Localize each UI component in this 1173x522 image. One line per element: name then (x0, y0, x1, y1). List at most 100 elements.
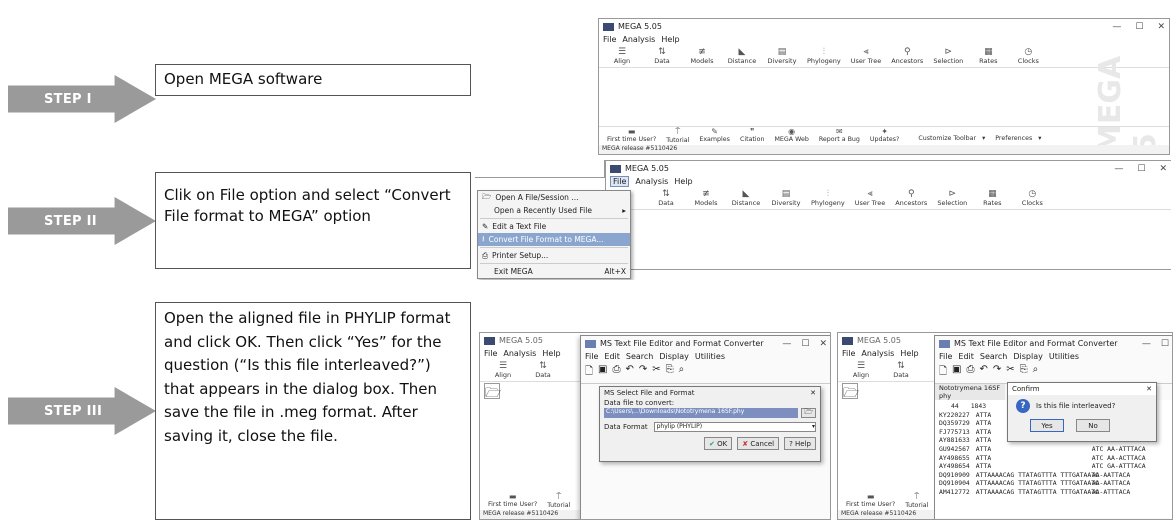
toolbar-selection[interactable]: ⊳ Selection (932, 189, 972, 207)
menu-analysis[interactable]: Analysis (622, 35, 655, 44)
first-time-user-icon: ▬ (627, 127, 636, 136)
select-file-format-dialog: MS Select File and Format ✕ Data file to … (599, 386, 821, 462)
menu-analysis[interactable]: Analysis (635, 177, 668, 186)
toolbar-models[interactable]: ≢ Models (686, 189, 726, 207)
copy-icon[interactable]: ⎘ (666, 364, 674, 381)
toolbar-phylogeny[interactable]: ⫶ Phylogeny (806, 189, 850, 207)
tutorial-button[interactable]: ⍑ Tutorial (661, 127, 694, 144)
cut-icon[interactable]: ✂ (1006, 364, 1014, 381)
menu-item-recent-file[interactable]: Open a Recently Used File ▸ (478, 204, 630, 217)
x-icon: ✘ (742, 439, 749, 448)
find-icon[interactable]: ⌕ (679, 364, 685, 381)
minimize-icon[interactable]: — (1142, 339, 1151, 349)
redo-icon[interactable]: ↷ (993, 364, 1001, 381)
close-icon[interactable]: ✕ (1159, 164, 1167, 174)
open-file-icon[interactable]: 🗁 (484, 383, 501, 401)
menu-help[interactable]: Help (674, 177, 692, 186)
maximize-icon[interactable]: ☐ (1161, 339, 1169, 349)
examples-button[interactable]: ✎ Examples (694, 127, 735, 144)
open-file-icon[interactable]: 🗁 (842, 383, 859, 401)
save-icon[interactable]: ▣ (952, 364, 961, 381)
minimize-icon[interactable]: — (1112, 22, 1121, 32)
toolbar-rates[interactable]: ▦ Rates (972, 189, 1012, 207)
data-file-input[interactable]: C:\Users\...\Downloads\Nototrymena 16SF.… (604, 408, 799, 418)
redo-icon[interactable]: ↷ (639, 364, 647, 381)
toolbar-models[interactable]: ≢ Models (682, 47, 722, 65)
undo-icon[interactable]: ↶ (980, 364, 988, 381)
sequence-id: GU942567 (939, 444, 970, 453)
no-button[interactable]: No (1076, 419, 1110, 432)
close-icon[interactable]: ✕ (1157, 22, 1165, 32)
mega-window-step3-left: MEGA 5.05 File Analysis Help ☰ Align ⇅ Data … (479, 332, 831, 520)
toolbar-selection[interactable]: ⊳ Selection (928, 47, 968, 65)
toolbar-clocks[interactable]: ◷ Clocks (1008, 47, 1048, 65)
toolbar-clocks[interactable]: ◷ Clocks (1012, 189, 1052, 207)
undo-icon[interactable]: ↶ (626, 364, 634, 381)
step-3-description: Open the aligned file in PHYLIP format a… (155, 302, 471, 520)
toolbar-data[interactable]: ⇅ Data (642, 47, 682, 65)
menu-item-printer-setup[interactable]: ⎙ Printer Setup... (478, 249, 630, 262)
toolbar-distance[interactable]: ◣ Distance (726, 189, 766, 207)
updates-button[interactable]: ✦ Updates? (865, 127, 904, 144)
customize-toolbar-button[interactable]: Customize Toolbar ▾ (904, 127, 990, 144)
toolbar-user-tree[interactable]: ⫷ User Tree (846, 47, 886, 65)
file-tab[interactable]: Nototrymena 16SF phy (935, 384, 1005, 400)
find-icon[interactable]: ⌕ (1033, 364, 1039, 381)
toolbar-align[interactable]: ☰ Align (602, 47, 642, 65)
data-icon: ⇅ (539, 361, 547, 371)
toolbar-rates[interactable]: ▦ Rates (968, 47, 1008, 65)
maximize-icon[interactable]: ☐ (1135, 22, 1143, 32)
close-icon[interactable]: ✕ (819, 339, 827, 349)
report-bug-button[interactable]: ✉ Report a Bug (814, 127, 865, 144)
sequence-left: ATTA (975, 453, 992, 462)
citation-button[interactable]: ❞ Citation (735, 127, 770, 144)
tutorial-icon: ⍑ (556, 492, 562, 501)
menu-item-open-file[interactable]: 🗁 Open A File/Session ... (478, 191, 630, 204)
menu-help[interactable]: Help (661, 35, 679, 44)
mega-app-icon (610, 164, 621, 173)
maximize-icon[interactable]: ☐ (1137, 164, 1145, 174)
toolbar-diversity[interactable]: ▤ Diversity (762, 47, 802, 65)
print-icon[interactable]: ⎙ (613, 364, 621, 381)
minimize-icon[interactable]: — (782, 339, 791, 349)
toolbar-ancestors[interactable]: ⚲ Ancestors (890, 189, 932, 207)
menu-file-open[interactable]: File (610, 176, 630, 187)
toolbar-user-tree[interactable]: ⫷ User Tree (850, 189, 890, 207)
first-time-user-button[interactable]: ▬ First time User? (602, 127, 661, 144)
browse-folder-icon[interactable]: 🗁 (801, 408, 816, 418)
toolbar-ancestors[interactable]: ⚲ Ancestors (886, 47, 928, 65)
data-icon: ⇅ (658, 47, 666, 57)
close-icon[interactable]: ✕ (810, 389, 816, 397)
mega-app-icon (603, 22, 614, 31)
menu-item-exit[interactable]: Exit MEGA Alt+X (478, 265, 630, 278)
data-format-select[interactable]: phylip (PHYLIP) ▾ (653, 422, 816, 432)
new-file-icon[interactable]: 🗋 (939, 364, 947, 381)
toolbar-distance[interactable]: ◣ Distance (722, 47, 762, 65)
menu-file[interactable]: File (603, 35, 616, 44)
close-icon[interactable]: ✕ (1146, 385, 1152, 393)
toolbar-diversity[interactable]: ▤ Diversity (766, 189, 806, 207)
mega-web-button[interactable]: ◉ MEGA Web (770, 127, 814, 144)
text-editor-window-2: MS Text File Editor and Format Converter… (934, 335, 1172, 519)
citation-icon: ❞ (750, 127, 755, 136)
help-button[interactable]: ? Help (784, 437, 816, 450)
printer-icon: ⎙ (482, 250, 488, 260)
maximize-icon[interactable]: ☐ (801, 339, 809, 349)
sequence-row: GU942567 ATTA ATC AA-ATTTACA (939, 445, 1169, 454)
yes-button[interactable]: Yes (1030, 419, 1064, 432)
rates-icon: ▦ (984, 47, 993, 57)
copy-icon[interactable]: ⎘ (1020, 364, 1028, 381)
preferences-button[interactable]: Preferences ▾ (990, 127, 1046, 144)
ok-button[interactable]: ✔ OK (704, 437, 733, 450)
cancel-button[interactable]: ✘ Cancel (737, 437, 780, 450)
sequence-id: KY220227 (939, 410, 970, 419)
toolbar-phylogeny[interactable]: ⫶ Phylogeny (802, 47, 846, 65)
menu-item-edit-text-file[interactable]: ✎ Edit a Text File (478, 220, 630, 233)
new-file-icon[interactable]: 🗋 (585, 364, 593, 381)
cut-icon[interactable]: ✂ (652, 364, 660, 381)
save-icon[interactable]: ▣ (598, 364, 607, 381)
print-icon[interactable]: ⎙ (967, 364, 975, 381)
toolbar-data[interactable]: ⇅ Data (646, 189, 686, 207)
menu-item-convert-file-format[interactable]: ⭳ Convert File Format to MEGA... (478, 233, 630, 246)
minimize-icon[interactable]: — (1114, 164, 1123, 174)
